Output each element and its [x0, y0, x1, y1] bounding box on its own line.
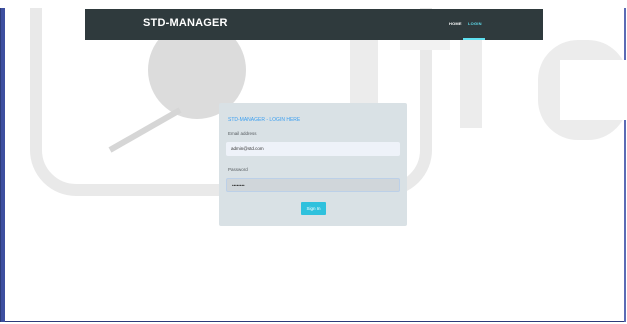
frame-edge-right — [624, 0, 626, 322]
password-field[interactable]: •••••••• — [226, 178, 400, 192]
email-field[interactable]: admin@std.com — [226, 142, 400, 156]
navbar: STD-MANAGER HOME LOGIN — [85, 9, 543, 40]
email-label: Email address — [228, 131, 257, 136]
active-nav-indicator — [463, 38, 485, 40]
nav-link-home[interactable]: HOME — [449, 21, 462, 26]
top-strip — [0, 0, 627, 8]
sign-in-button[interactable]: Sign In — [301, 202, 326, 215]
login-title: STD-MANAGER - LOGIN HERE — [228, 117, 301, 123]
login-card: STD-MANAGER - LOGIN HERE Email address a… — [219, 103, 407, 226]
frame-edge-left — [1, 0, 5, 322]
password-label: Password — [228, 167, 248, 172]
brand-logo[interactable]: STD-MANAGER — [143, 17, 228, 29]
nav-link-login[interactable]: LOGIN — [468, 21, 482, 26]
